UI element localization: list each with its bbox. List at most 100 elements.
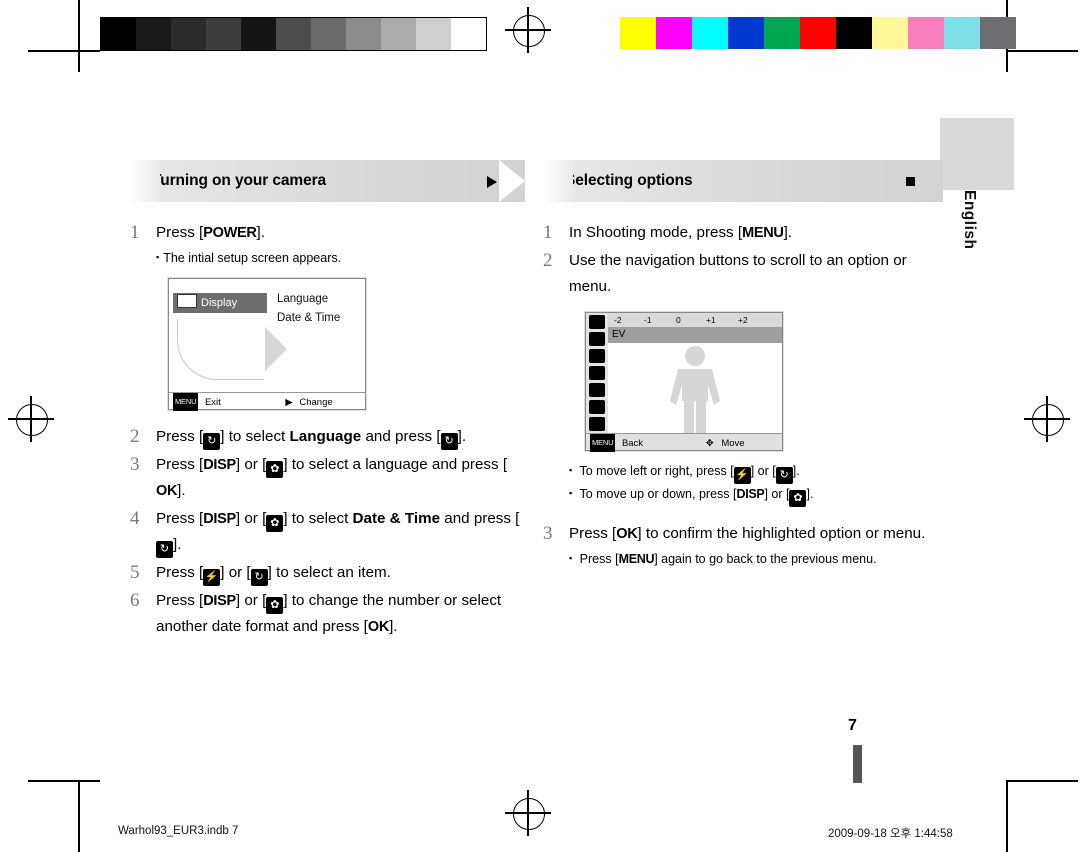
step-number: 5: [130, 562, 140, 583]
lcd-sidebar: [586, 313, 609, 448]
step-6: 6 Press [DISP] or [✿] to change the numb…: [130, 588, 525, 640]
language-tab-block: [940, 118, 1014, 190]
step-5: 5 Press [⚡] or [↻] to select an item.: [130, 560, 525, 586]
step-text: In Shooting mode, press [MENU].: [569, 220, 943, 246]
step-text: Use the navigation buttons to scroll to …: [569, 252, 907, 295]
page-number: 7: [848, 717, 857, 734]
lcd-screen-menu: -2 -1 0 +1 +2 EV MENU Back ✥ Move: [585, 312, 783, 452]
step-2: 2 Use the navigation buttons to scroll t…: [543, 248, 943, 300]
ev-scale-label: +1: [706, 315, 716, 325]
step-text: Press [⚡] or [↻] to select an item.: [156, 560, 525, 586]
step-number: 1: [130, 222, 140, 243]
lcd-footer-exit-label: Exit: [204, 397, 221, 408]
lcd-footer-change-label: Change: [299, 397, 333, 408]
banner-left-fade: [130, 160, 160, 202]
square-marker-icon: [906, 177, 915, 186]
person-silhouette-icon: [670, 346, 720, 434]
step-number: 2: [130, 426, 140, 447]
step-3: 3 Press [OK] to confirm the highlighted …: [543, 521, 943, 547]
quality-icon: [589, 417, 605, 431]
step-number: 2: [543, 250, 553, 271]
step-text: Press [POWER].: [156, 220, 525, 246]
face-detection-icon: [589, 366, 605, 380]
ev-scale-label: 0: [676, 315, 681, 325]
key-disp: DISP: [736, 487, 765, 501]
lcd-ev-scale: -2 -1 0 +1 +2: [608, 313, 782, 327]
bullet-icon: ▪: [156, 252, 160, 262]
step-3: 3 Press [DISP] or [✿] to select a langua…: [130, 452, 525, 504]
key-power: POWER: [203, 225, 257, 241]
step-1: 1 In Shooting mode, press [MENU].: [543, 220, 943, 246]
lcd-preview-stage: [608, 343, 782, 434]
note-move-up-down: ▪ To move up or down, press [DISP] or [✿…: [569, 484, 943, 507]
lcd-decorative-curve: [177, 319, 264, 380]
step-1-note: ▪ The intial setup screen appears.: [156, 248, 525, 268]
step-1: 1 Press [POWER].: [130, 220, 525, 246]
lcd-footer-back-label: Back: [621, 438, 644, 449]
lcd-menu-item-language: Language: [277, 293, 329, 305]
key-ok: OK: [616, 526, 638, 542]
left-steps-list: 1 Press [POWER]. ▪ The intial setup scree…: [130, 220, 525, 640]
menu-tag-icon: MENU: [173, 393, 199, 411]
nav-ok-icon: ↻: [250, 569, 268, 586]
nav-ok-icon: ↻: [156, 541, 173, 558]
step-3-note: ▪ Press [MENU] again to go back to the p…: [569, 549, 943, 569]
ev-scale-label: -2: [614, 315, 622, 325]
lcd-footer-move-label: Move: [721, 438, 745, 449]
footer-timestamp: 2009-09-18 오후 1:44:58: [828, 828, 953, 840]
step-4: 4 Press [DISP] or [✿] to select Date & T…: [130, 506, 525, 558]
page-number-bar: [853, 745, 862, 783]
step-number: 6: [130, 590, 140, 611]
lcd-footer: MENU Back ✥ Move: [586, 433, 782, 452]
lcd-right-arrow-icon: [265, 327, 287, 371]
note-move-left-right: ▪ To move left or right, press [⚡] or [↻…: [569, 461, 943, 484]
step-number: 3: [543, 523, 553, 544]
note-text: The intial setup screen appears.: [163, 251, 342, 265]
right-steps-list: 1 In Shooting mode, press [MENU]. 2 Use …: [543, 220, 943, 569]
white-balance-icon: [589, 332, 605, 346]
nav-ok-icon: ↻: [440, 433, 458, 450]
lcd-footer: MENU Exit ▶ Change: [169, 392, 365, 411]
menu-name-datetime: Date & Time: [352, 510, 441, 527]
lcd-tab-label: Display: [201, 297, 238, 309]
key-ok: OK: [367, 619, 390, 635]
ev-icon: [589, 315, 605, 329]
section-selecting-options: Selecting options 1 In Shooting mode, pr…: [543, 160, 943, 569]
bullet-icon: ▪: [569, 488, 573, 498]
flash-icon: ⚡: [203, 569, 221, 586]
lcd-ev-row: EV: [608, 327, 782, 343]
macro-icon: ✿: [266, 515, 284, 532]
nav-ok-icon: ↻: [203, 433, 221, 450]
dpad-icon: ✥: [705, 438, 714, 449]
macro-icon: ✿: [789, 490, 807, 507]
macro-icon: ✿: [266, 461, 284, 478]
right-section-banner: Selecting options: [543, 160, 943, 202]
menu-name-language: Language: [289, 428, 362, 445]
step-text: Press [OK] to confirm the highlighted op…: [569, 521, 943, 547]
banner-notch: [499, 160, 525, 202]
key-menu: MENU: [618, 552, 655, 566]
ev-scale-label: +2: [738, 315, 748, 325]
iso-icon: [589, 349, 605, 363]
step-text: Press [↻] to select Language and press […: [156, 424, 525, 450]
left-section-banner: Turning on your camera: [130, 160, 525, 202]
lcd-footer-right-arrow-icon: ▶: [285, 397, 293, 408]
lcd-menu-item-datetime: Date & Time: [277, 312, 341, 324]
banner-left-fade: [543, 160, 573, 202]
manual-page: English Turning on your camera 1 Press […: [0, 0, 1080, 851]
step-number: 4: [130, 508, 140, 529]
step-text: Press [DISP] or [✿] to change the number…: [156, 588, 525, 640]
key-menu: MENU: [742, 225, 784, 241]
bullet-icon: ▪: [569, 553, 573, 563]
bullet-icon: ▪: [569, 465, 573, 475]
key-disp: DISP: [203, 593, 236, 609]
key-disp: DISP: [203, 457, 236, 473]
language-tab-label: English: [961, 190, 978, 250]
key-ok: OK: [156, 483, 178, 499]
menu-tag-icon: MENU: [590, 434, 616, 452]
triangle-marker-icon: [487, 176, 497, 188]
photo-size-icon: [589, 400, 605, 414]
step-number: 3: [130, 454, 140, 475]
macro-icon: ✿: [266, 597, 284, 614]
lcd-screen-setup: Display Language Date & Time MENU Exit ▶…: [168, 278, 366, 411]
